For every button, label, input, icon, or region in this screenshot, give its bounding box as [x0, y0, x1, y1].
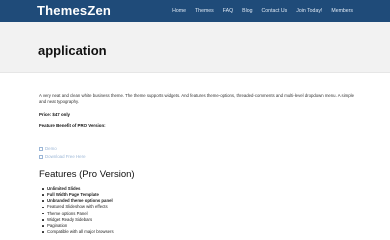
list-item: Compatible with all major browsers [42, 229, 370, 235]
demo-link[interactable]: Demo [39, 145, 370, 153]
main-content: A very neat and clean white business the… [0, 73, 390, 235]
nav-contact[interactable]: Contact Us [262, 8, 288, 14]
feature-benefit-heading: Feature Benefit of PRO Version: [39, 122, 106, 128]
main-nav: Home Themes FAQ Blog Contact Us Join Tod… [163, 0, 353, 22]
nav-members[interactable]: Members [331, 8, 353, 14]
nav-themes[interactable]: Themes [195, 8, 214, 14]
image-icon [39, 146, 43, 151]
title-band: application [0, 22, 390, 73]
nav-join[interactable]: Join Today! [296, 8, 322, 14]
features-heading: Features (Pro Version) [39, 168, 135, 180]
download-link[interactable]: Download Free Here [39, 153, 370, 161]
demo-link-label: Demo [45, 145, 57, 151]
download-link-label: Download Free Here [45, 153, 86, 159]
price-text: Price: $47 only [39, 111, 70, 117]
site-logo[interactable]: ThemesZen [37, 3, 111, 18]
theme-description: A very neat and clean white business the… [39, 93, 354, 105]
page-title: application [38, 43, 107, 58]
top-bar: ThemesZen Home Themes FAQ Blog Contact U… [0, 0, 390, 22]
links-block: Demo Download Free Here [39, 145, 370, 161]
features-list: Unlimited Slides Full Width Page Templat… [39, 186, 370, 236]
nav-blog[interactable]: Blog [242, 8, 252, 14]
nav-home[interactable]: Home [172, 8, 186, 14]
image-icon [39, 154, 43, 159]
nav-faq[interactable]: FAQ [223, 8, 233, 14]
